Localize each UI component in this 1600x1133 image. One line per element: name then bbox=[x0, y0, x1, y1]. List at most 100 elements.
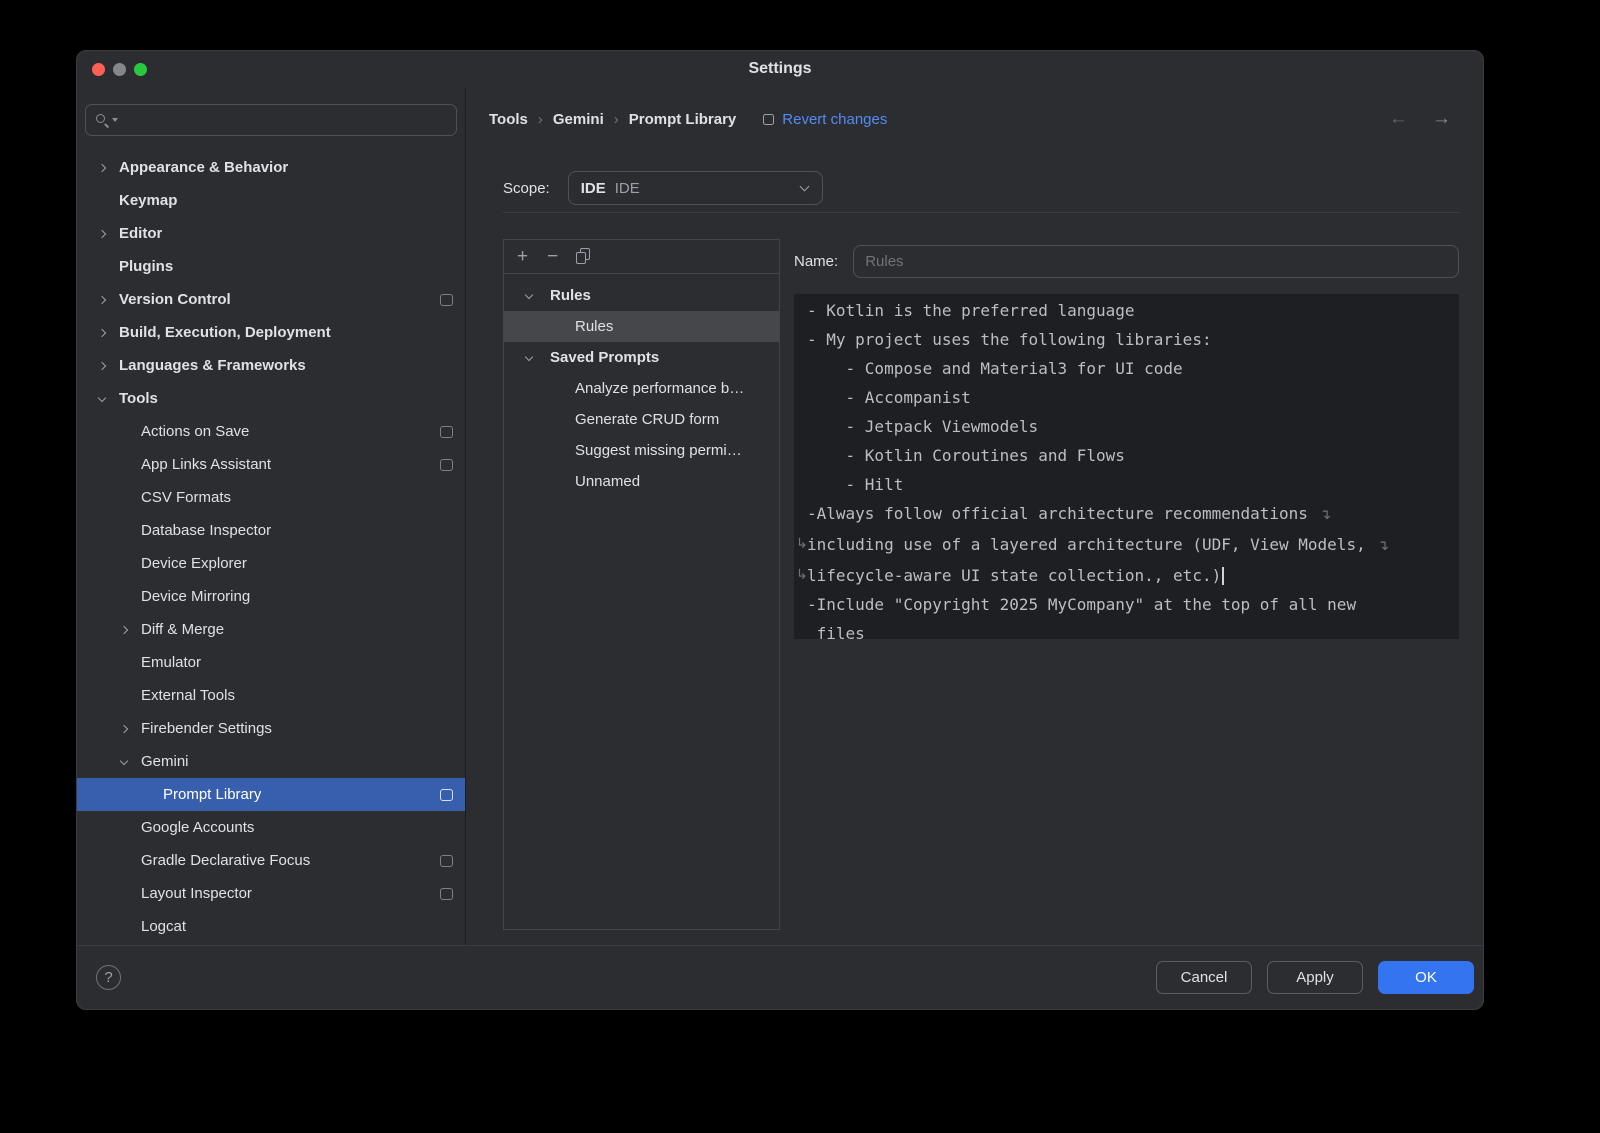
sidebar-item-label: Google Accounts bbox=[141, 819, 254, 836]
scope-dropdown-value: IDE bbox=[615, 180, 640, 197]
prompt-item-unnamed[interactable]: Unnamed bbox=[504, 466, 779, 497]
chevron-down-icon[interactable] bbox=[119, 760, 141, 764]
forward-arrow-button[interactable]: → bbox=[1432, 108, 1451, 130]
help-button[interactable]: ? bbox=[96, 965, 121, 990]
sidebar-item-google-accounts[interactable]: Google Accounts bbox=[77, 811, 465, 844]
chevron-down-icon[interactable] bbox=[524, 356, 550, 360]
sidebar-item-prompt-library[interactable]: Prompt Library bbox=[77, 778, 465, 811]
chevron-down-icon[interactable] bbox=[97, 397, 119, 401]
code-line: - Kotlin Coroutines and Flows bbox=[807, 441, 1447, 470]
prompt-name-input[interactable]: Rules bbox=[853, 245, 1459, 278]
chevron-right-icon[interactable] bbox=[97, 297, 119, 303]
sidebar-item-version-control[interactable]: Version Control bbox=[77, 283, 465, 316]
prompt-item-suggest-missing-permi[interactable]: Suggest missing permi… bbox=[504, 435, 779, 466]
tree-indent-spacer bbox=[141, 792, 163, 797]
prompt-item-rules[interactable]: Rules bbox=[504, 311, 779, 342]
prompt-list-panel: + − RulesRulesSaved PromptsAnalyze perfo… bbox=[503, 239, 780, 930]
code-text: - My project uses the following librarie… bbox=[807, 330, 1212, 349]
tree-indent-spacer bbox=[97, 198, 119, 203]
sidebar-item-label: Gemini bbox=[141, 753, 189, 770]
revert-changes-link[interactable]: Revert changes bbox=[782, 111, 887, 128]
scope-label: Scope: bbox=[503, 180, 550, 197]
soft-wrap-icon: ↴ bbox=[1377, 538, 1389, 554]
code-line: - Jetpack Viewmodels bbox=[807, 412, 1447, 441]
prompt-group-rules[interactable]: Rules bbox=[504, 280, 779, 311]
breadcrumb-item-gemini[interactable]: Gemini bbox=[553, 111, 604, 128]
code-line: - My project uses the following librarie… bbox=[807, 325, 1447, 354]
breadcrumb-item-tools[interactable]: Tools bbox=[489, 111, 528, 128]
sidebar-item-actions-on-save[interactable]: Actions on Save bbox=[77, 415, 465, 448]
sidebar-item-emulator[interactable]: Emulator bbox=[77, 646, 465, 679]
sidebar-item-label: CSV Formats bbox=[141, 489, 231, 506]
code-text: - Compose and Material3 for UI code bbox=[807, 359, 1183, 378]
ok-button[interactable]: OK bbox=[1378, 961, 1474, 994]
sidebar-item-layout-inspector[interactable]: Layout Inspector bbox=[77, 877, 465, 910]
prompt-label: Suggest missing permi… bbox=[575, 442, 750, 459]
sidebar-item-firebender-settings[interactable]: Firebender Settings bbox=[77, 712, 465, 745]
prompt-text-editor[interactable]: - Kotlin is the preferred language- My p… bbox=[794, 294, 1459, 639]
minimize-window-button[interactable] bbox=[113, 63, 126, 76]
sidebar-item-device-explorer[interactable]: Device Explorer bbox=[77, 547, 465, 580]
window-controls bbox=[92, 51, 147, 87]
titlebar: Settings bbox=[77, 51, 1483, 87]
sidebar-item-gemini[interactable]: Gemini bbox=[77, 745, 465, 778]
sidebar-item-plugins[interactable]: Plugins bbox=[77, 250, 465, 283]
apply-button[interactable]: Apply bbox=[1267, 961, 1363, 994]
copy-prompt-button[interactable] bbox=[577, 250, 589, 264]
breadcrumb-item-prompt-library[interactable]: Prompt Library bbox=[629, 111, 737, 128]
plugin-badge-icon bbox=[440, 888, 453, 900]
scope-dropdown-tag: IDE bbox=[581, 180, 606, 197]
sidebar-item-label: Firebender Settings bbox=[141, 720, 272, 737]
close-window-button[interactable] bbox=[92, 63, 105, 76]
sidebar-item-app-links-assistant[interactable]: App Links Assistant bbox=[77, 448, 465, 481]
chevron-right-icon[interactable] bbox=[119, 627, 141, 633]
tree-indent-spacer bbox=[119, 693, 141, 698]
chevron-right-icon[interactable] bbox=[97, 165, 119, 171]
sidebar-item-label: Tools bbox=[119, 390, 158, 407]
zoom-window-button[interactable] bbox=[134, 63, 147, 76]
remove-prompt-button[interactable]: − bbox=[547, 247, 558, 266]
chevron-right-icon[interactable] bbox=[97, 363, 119, 369]
sidebar-item-appearance-and-behavior[interactable]: Appearance & Behavior bbox=[77, 151, 465, 184]
sidebar-item-tools[interactable]: Tools bbox=[77, 382, 465, 415]
prompt-item-generate-crud-form[interactable]: Generate CRUD form bbox=[504, 404, 779, 435]
sidebar-item-languages-and-frameworks[interactable]: Languages & Frameworks bbox=[77, 349, 465, 382]
chevron-down-icon[interactable] bbox=[524, 294, 550, 298]
tree-indent-spacer bbox=[119, 429, 141, 434]
code-line: ↳including use of a layered architecture… bbox=[807, 530, 1447, 561]
soft-wrap-icon: ↳ bbox=[796, 530, 808, 559]
window-title: Settings bbox=[748, 60, 811, 78]
code-text: lifecycle-aware UI state collection., et… bbox=[807, 566, 1221, 585]
sidebar-item-diff-and-merge[interactable]: Diff & Merge bbox=[77, 613, 465, 646]
search-history-chevron-icon[interactable] bbox=[112, 118, 118, 122]
back-arrow-button[interactable]: ← bbox=[1389, 108, 1408, 130]
prompt-group-saved-prompts[interactable]: Saved Prompts bbox=[504, 342, 779, 373]
chevron-right-icon[interactable] bbox=[97, 231, 119, 237]
sidebar-item-keymap[interactable]: Keymap bbox=[77, 184, 465, 217]
sidebar-item-logcat[interactable]: Logcat bbox=[77, 910, 465, 943]
sidebar-item-label: Diff & Merge bbox=[141, 621, 224, 638]
sidebar-item-database-inspector[interactable]: Database Inspector bbox=[77, 514, 465, 547]
code-line: -Include "Copyright 2025 MyCompany" at t… bbox=[807, 590, 1447, 619]
sidebar-item-external-tools[interactable]: External Tools bbox=[77, 679, 465, 712]
code-text: - Kotlin Coroutines and Flows bbox=[807, 446, 1125, 465]
settings-search-input[interactable] bbox=[85, 104, 457, 136]
sidebar-item-label: Gradle Declarative Focus bbox=[141, 852, 310, 869]
scope-row: Scope: IDE IDE bbox=[503, 171, 1459, 205]
revert-icon bbox=[763, 114, 774, 125]
scope-dropdown[interactable]: IDE IDE bbox=[568, 171, 823, 205]
chevron-right-icon[interactable] bbox=[119, 726, 141, 732]
sidebar-item-label: Languages & Frameworks bbox=[119, 357, 306, 374]
chevron-right-icon[interactable] bbox=[97, 330, 119, 336]
sidebar-item-device-mirroring[interactable]: Device Mirroring bbox=[77, 580, 465, 613]
prompt-item-analyze-performance-b[interactable]: Analyze performance b… bbox=[504, 373, 779, 404]
cancel-button[interactable]: Cancel bbox=[1156, 961, 1252, 994]
sidebar-item-editor[interactable]: Editor bbox=[77, 217, 465, 250]
sidebar-item-build-execution-deployment[interactable]: Build, Execution, Deployment bbox=[77, 316, 465, 349]
add-prompt-button[interactable]: + bbox=[517, 247, 528, 266]
sidebar-item-gradle-declarative-focus[interactable]: Gradle Declarative Focus bbox=[77, 844, 465, 877]
sidebar-item-label: Editor bbox=[119, 225, 162, 242]
sidebar-item-csv-formats[interactable]: CSV Formats bbox=[77, 481, 465, 514]
header-row: Tools›Gemini›Prompt Library Revert chang… bbox=[489, 103, 1459, 135]
prompt-label: Analyze performance b… bbox=[575, 380, 752, 397]
